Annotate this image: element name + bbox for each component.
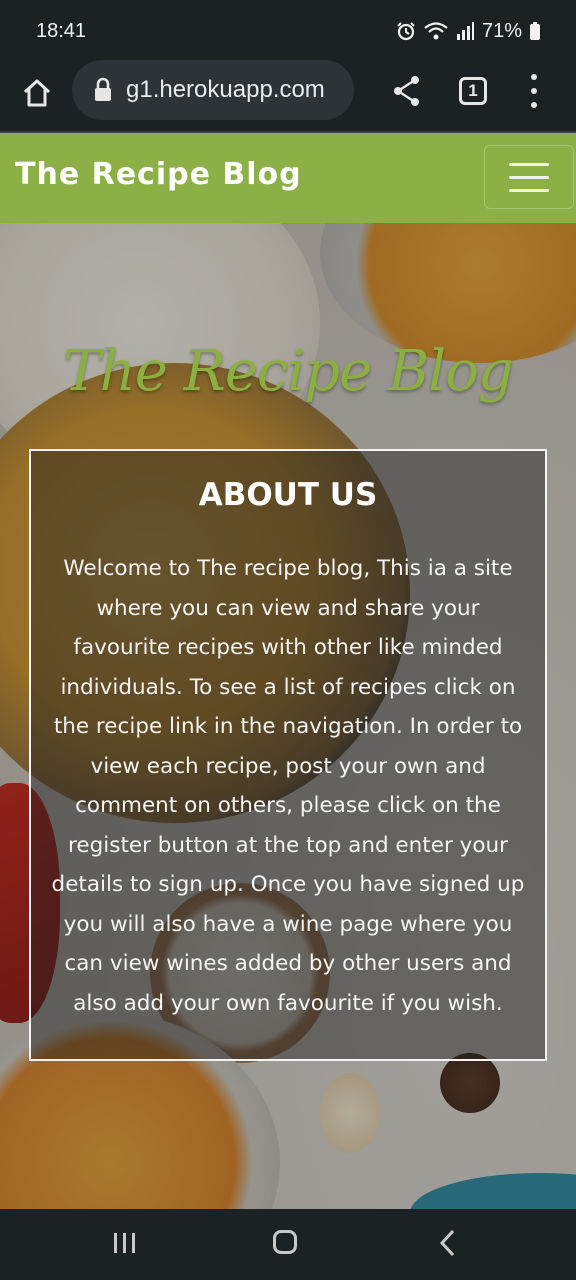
signal-icon	[456, 22, 474, 40]
share-icon	[394, 76, 419, 106]
more-icon-dot	[531, 88, 537, 94]
home-icon	[23, 79, 51, 107]
recents-icon[interactable]	[112, 1231, 138, 1255]
hero-title: The Recipe Blog	[63, 339, 513, 404]
back-icon[interactable]	[438, 1228, 458, 1258]
system-navigation-bar	[0, 1209, 576, 1280]
hamburger-icon-bar	[509, 188, 549, 192]
wifi-icon	[424, 22, 448, 40]
battery-percentage: 71%	[481, 19, 522, 42]
browser-home-button[interactable]	[18, 74, 56, 112]
lock-icon	[95, 77, 111, 101]
more-options-button[interactable]	[526, 74, 542, 108]
address-bar[interactable]: g1.herokuapp.com	[72, 60, 354, 120]
site-navbar: The Recipe Blog	[0, 133, 576, 223]
status-time: 18:41	[36, 19, 87, 42]
status-icons: 71%	[396, 20, 540, 43]
status-bar: 18:41 71%	[0, 0, 576, 62]
tab-count: 1	[468, 81, 478, 100]
about-us-box: ABOUT US Welcome to The recipe blog, Thi…	[29, 449, 547, 1061]
hero-section: The Recipe Blog ABOUT US Welcome to The …	[0, 223, 576, 1209]
browser-toolbar: g1.herokuapp.com 1	[0, 60, 576, 132]
more-icon-dot	[531, 102, 537, 108]
alarm-icon	[397, 22, 415, 41]
navbar-toggler-button[interactable]	[484, 145, 574, 209]
about-us-heading: ABOUT US	[198, 477, 378, 513]
navbar-brand-link[interactable]: The Recipe Blog	[15, 157, 302, 192]
home-circle-icon[interactable]	[273, 1230, 297, 1254]
battery-icon	[530, 22, 540, 40]
hamburger-icon-bar	[509, 175, 549, 179]
about-us-text: Welcome to The recipe blog, This ia a si…	[51, 556, 525, 1016]
share-button[interactable]	[392, 74, 422, 108]
url-text: g1.herokuapp.com	[126, 76, 325, 103]
more-icon-dot	[531, 74, 537, 80]
hamburger-icon-bar	[509, 162, 549, 166]
tab-switcher-button[interactable]: 1	[459, 77, 487, 105]
